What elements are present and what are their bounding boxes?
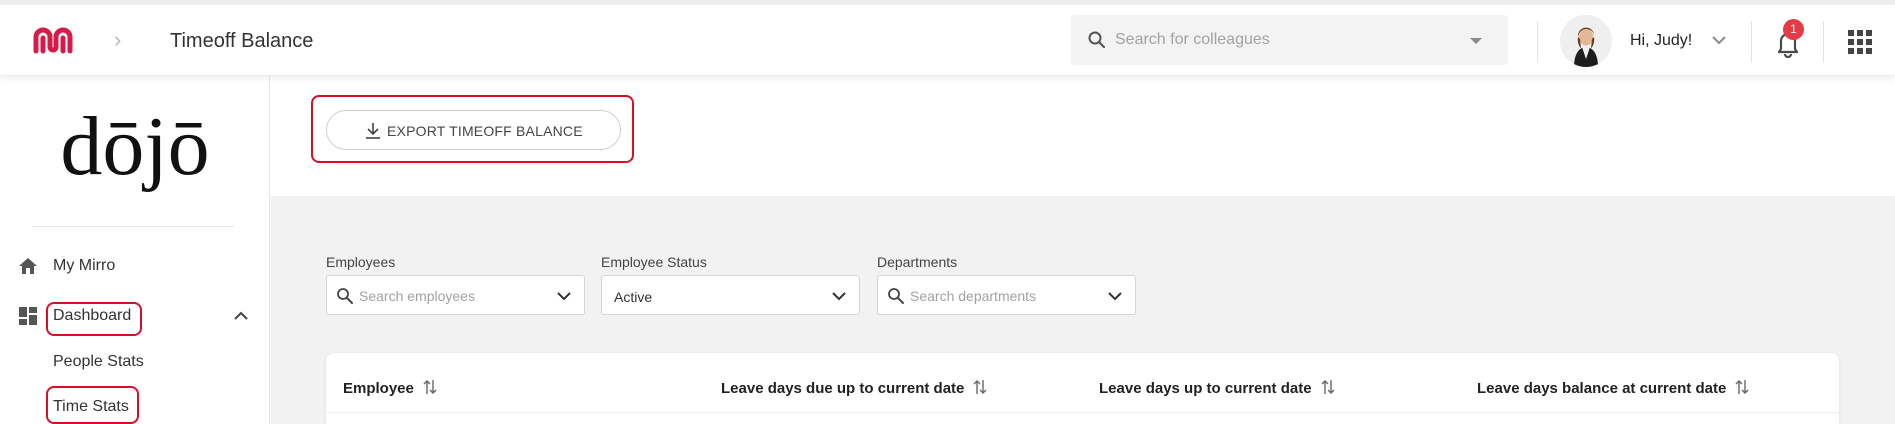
download-icon	[366, 123, 380, 139]
sidebar-item-my-mirro[interactable]: My Mirro	[0, 248, 270, 284]
home-icon	[19, 258, 37, 274]
user-photo-icon	[1560, 15, 1612, 67]
column-header-label: Employee	[343, 380, 414, 397]
search-dropdown-caret-icon[interactable]	[1470, 38, 1482, 44]
departments-filter-placeholder: Search departments	[910, 288, 1037, 304]
chevron-down-icon[interactable]	[831, 288, 847, 304]
dojo-logo: dōjō	[60, 100, 209, 193]
time-stats-highlight	[46, 386, 139, 424]
chevron-down-icon[interactable]	[1710, 31, 1728, 49]
column-header-employee[interactable]: Employee	[343, 378, 438, 397]
dashboard-icon	[19, 307, 37, 325]
sort-icon[interactable]	[1734, 378, 1750, 396]
apps-grid-icon[interactable]	[1848, 30, 1872, 54]
page-title: Timeoff Balance	[170, 30, 314, 52]
sort-icon[interactable]	[422, 378, 438, 396]
employee-status-value: Active	[614, 289, 653, 305]
sort-icon[interactable]	[972, 378, 988, 396]
chevron-up-icon[interactable]	[232, 307, 250, 325]
status-filter-label: Employee Status	[601, 254, 707, 270]
employee-status-select[interactable]: Active	[601, 275, 860, 315]
top-bar: › Timeoff Balance Hi, Judy! 1	[0, 5, 1895, 76]
export-button-label: EXPORT TIMEOFF BALANCE	[387, 123, 583, 139]
notification-badge[interactable]: 1	[1783, 19, 1804, 40]
divider	[1751, 21, 1752, 63]
user-greeting[interactable]: Hi, Judy!	[1630, 32, 1692, 50]
sidebar-item-people-stats[interactable]: People Stats	[0, 344, 270, 380]
avatar[interactable]	[1560, 15, 1612, 67]
table-header-divider	[326, 412, 1839, 413]
brand-wordmark: dōjō	[60, 100, 209, 193]
search-icon	[888, 288, 904, 304]
dashboard-highlight	[46, 302, 142, 336]
column-header-label: Leave days due up to current date	[721, 380, 965, 397]
mirro-logo-icon[interactable]	[32, 25, 74, 55]
sidebar-item-label: People Stats	[53, 353, 144, 370]
divider	[1823, 21, 1824, 63]
search-icon	[337, 288, 353, 304]
divider	[1537, 21, 1538, 63]
column-header-leave-days-taken[interactable]: Leave days up to current date	[1099, 378, 1336, 397]
column-header-label: Leave days balance at current date	[1477, 380, 1727, 397]
export-timeoff-balance-button[interactable]: EXPORT TIMEOFF BALANCE	[326, 110, 621, 150]
employees-filter-placeholder: Search employees	[359, 288, 475, 304]
sort-icon[interactable]	[1320, 378, 1336, 396]
employees-filter-label: Employees	[326, 254, 396, 270]
colleague-search[interactable]	[1071, 15, 1508, 65]
column-header-leave-days-due[interactable]: Leave days due up to current date	[721, 378, 988, 397]
colleague-search-input[interactable]	[1115, 23, 1455, 57]
departments-filter[interactable]: Search departments	[877, 275, 1136, 315]
sidebar-item-label: My Mirro	[53, 257, 116, 274]
column-header-leave-days-balance[interactable]: Leave days balance at current date	[1477, 378, 1750, 397]
chevron-down-icon[interactable]	[556, 288, 572, 304]
departments-filter-label: Departments	[877, 254, 958, 270]
chevron-down-icon[interactable]	[1107, 288, 1123, 304]
sidebar: dōjō My Mirro Dashboard People Stats Tim…	[0, 76, 270, 424]
column-header-label: Leave days up to current date	[1099, 380, 1312, 397]
sidebar-divider	[32, 226, 234, 227]
search-icon	[1088, 31, 1106, 49]
employees-filter[interactable]: Search employees	[326, 275, 585, 315]
breadcrumb-chevron-icon: ›	[114, 27, 122, 52]
